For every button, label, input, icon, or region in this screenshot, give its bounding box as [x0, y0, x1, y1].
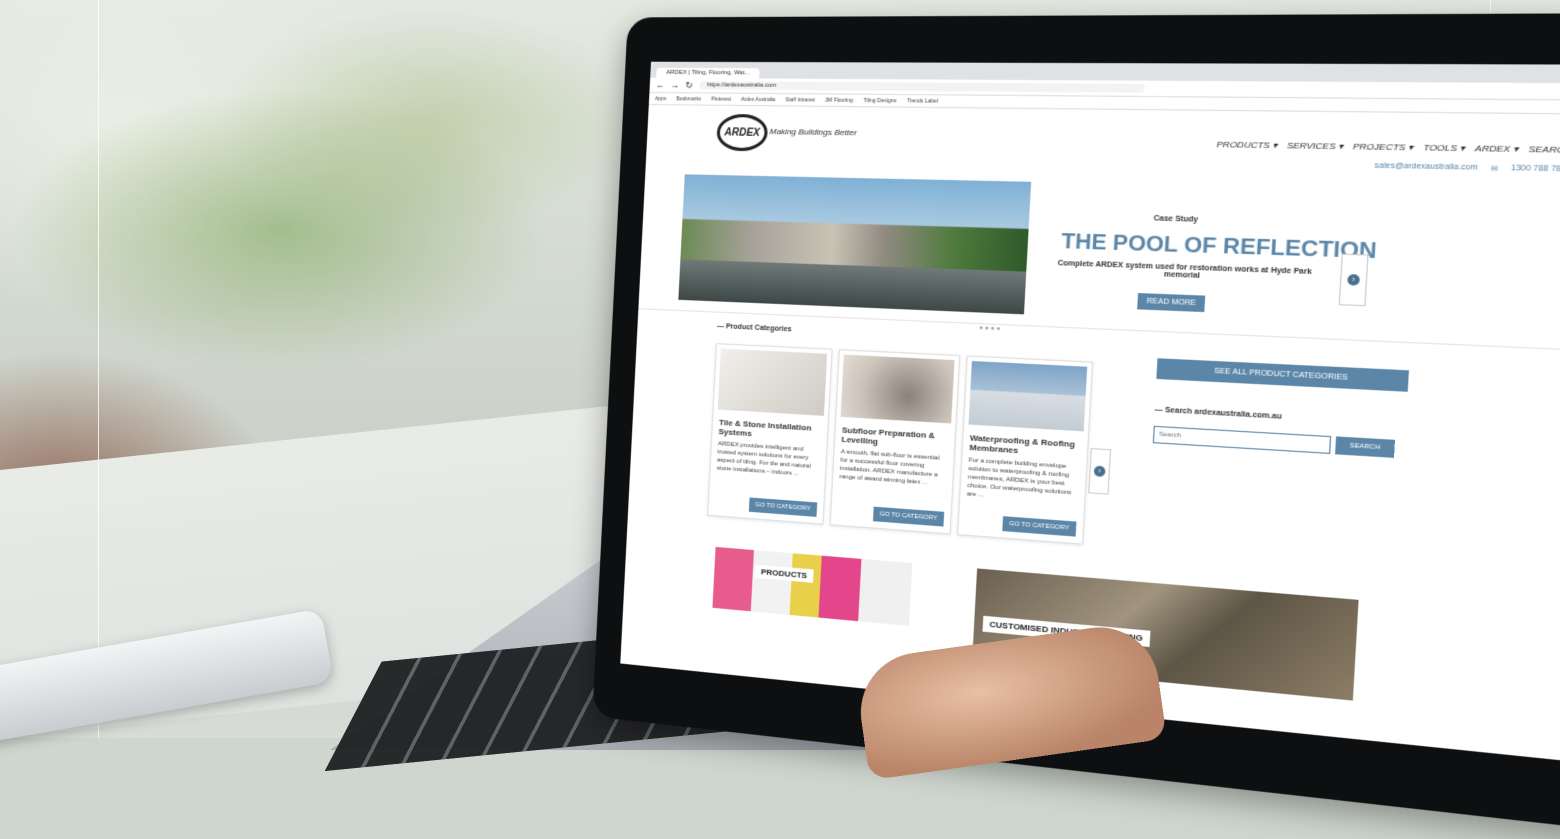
hero-image	[678, 174, 1031, 314]
phone-link[interactable]: 1300 788 780	[1511, 165, 1560, 175]
bookmark-item[interactable]: Bookmarks	[676, 96, 701, 102]
nav-item-search[interactable]: SEARCH	[1528, 144, 1560, 156]
category-image	[968, 361, 1087, 431]
bookmark-item[interactable]: Ardex Australia	[741, 96, 776, 102]
ardex-logo[interactable]: ARDEX	[716, 114, 769, 152]
go-to-category-button[interactable]: GO TO CATEGORY	[749, 497, 817, 516]
address-field[interactable]: https://ardexaustralia.com	[699, 81, 1145, 92]
carousel-next-button[interactable]: ›	[1339, 254, 1369, 307]
bookmark-item[interactable]: Apps	[655, 96, 667, 102]
site-tagline: Making Buildings Better	[769, 127, 857, 138]
forward-icon[interactable]: →	[670, 80, 679, 90]
bookmark-item[interactable]: Trends Label	[907, 98, 938, 105]
back-icon[interactable]: ←	[655, 80, 664, 90]
contact-info: sales@ardexaustralia.com ✉ 1300 788 780 …	[1374, 162, 1560, 175]
category-card[interactable]: Subfloor Preparation & Levelling A smoot…	[830, 349, 961, 534]
category-card[interactable]: Tile & Stone Installation Systems ARDEX …	[707, 343, 832, 525]
category-card[interactable]: Waterproofing & Roofing Membranes For a …	[957, 355, 1093, 544]
nav-item-services[interactable]: SERVICES ▾	[1286, 141, 1343, 153]
read-more-button[interactable]: READ MORE	[1137, 293, 1206, 312]
category-image	[841, 355, 955, 424]
reload-icon[interactable]: ↻	[685, 80, 693, 91]
site-search-input[interactable]	[1153, 426, 1331, 454]
frame-line-left	[98, 0, 99, 738]
chevron-right-icon: ›	[1347, 274, 1360, 286]
nav-item-tools[interactable]: TOOLS ▾	[1423, 143, 1465, 155]
category-description: A smooth, flat sub-floor is essential fo…	[833, 446, 954, 492]
bookmark-item[interactable]: Pinterest	[711, 96, 731, 102]
category-image	[718, 348, 827, 415]
nav-item-ardex[interactable]: ARDEX ▾	[1475, 143, 1519, 155]
nav-item-projects[interactable]: PROJECTS ▾	[1353, 141, 1414, 153]
see-all-categories-button[interactable]: SEE ALL PRODUCT CATEGORIES	[1156, 358, 1409, 392]
go-to-category-button[interactable]: GO TO CATEGORY	[873, 507, 944, 527]
products-promo-label: PRODUCTS	[755, 565, 814, 583]
browser-tab[interactable]: ARDEX | Tiling, Flooring, Wat...	[656, 68, 760, 79]
categories-next-button[interactable]: ›	[1088, 448, 1111, 495]
hero-description: Complete ARDEX system used for restorati…	[1051, 260, 1319, 285]
site-search-button[interactable]: SEARCH	[1335, 436, 1395, 457]
categories-heading: — Product Categories	[717, 323, 792, 334]
category-description: ARDEX provides intelligent and trusted s…	[710, 438, 826, 483]
products-promo[interactable]: PRODUCTS	[712, 547, 912, 626]
go-to-category-button[interactable]: GO TO CATEGORY	[1002, 516, 1076, 536]
email-link[interactable]: sales@ardexaustralia.com	[1374, 162, 1478, 173]
case-study-label: Case Study	[1153, 215, 1198, 224]
bookmark-item[interactable]: 3M Flooring	[825, 97, 853, 103]
site-search-heading: — Search ardexaustralia.com.au	[1154, 406, 1281, 421]
nav-item-products[interactable]: PRODUCTS ▾	[1216, 140, 1277, 152]
envelope-icon: ✉	[1490, 164, 1498, 173]
hero-title: THE POOL OF REFLECTION	[1061, 230, 1378, 265]
bookmark-item[interactable]: Staff Intranet	[785, 97, 815, 103]
category-description: For a complete building envelope solutio…	[960, 454, 1087, 510]
chevron-right-icon: ›	[1094, 466, 1106, 478]
bookmark-item[interactable]: Tiling Designs	[863, 97, 896, 104]
main-nav: PRODUCTS ▾ SERVICES ▾ PROJECTS ▾ TOOLS ▾…	[1216, 140, 1560, 157]
